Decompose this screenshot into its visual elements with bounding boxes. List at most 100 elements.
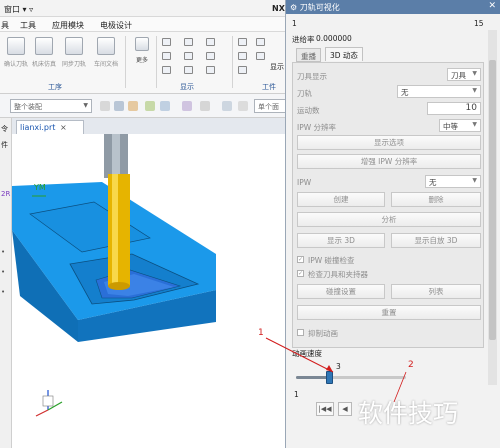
- feedrate-label: 进给率: [292, 35, 315, 44]
- menu-bar: 具 工具 应用模块 电极设计: [0, 17, 290, 32]
- layer-icon[interactable]: [145, 101, 155, 111]
- triad-x-axis: [35, 409, 49, 417]
- chevron-down-icon: ▼: [472, 121, 477, 128]
- motion-count-input[interactable]: 10: [427, 102, 481, 115]
- display-icon-9[interactable]: [206, 66, 215, 74]
- increase-ipw-resolution-button[interactable]: 增强 IPW 分辨率: [297, 154, 481, 169]
- navigator-item[interactable]: •: [1, 248, 5, 256]
- navigator-item[interactable]: •: [1, 268, 5, 276]
- workpiece-icon-5[interactable]: [256, 52, 265, 60]
- sync-toolpath-icon: [65, 37, 83, 55]
- navigator-item[interactable]: 件: [1, 140, 8, 150]
- speed-slider-fill: [296, 376, 329, 379]
- ipw-dropdown[interactable]: 无 ▼: [425, 175, 481, 188]
- display-icon-7[interactable]: [206, 38, 215, 46]
- verify-toolpath-button[interactable]: 确认刀轨: [4, 37, 28, 68]
- show-3d-button[interactable]: 显示 3D: [297, 233, 385, 248]
- orient-icon[interactable]: [182, 101, 192, 111]
- show-options-button[interactable]: 显示选项: [297, 135, 481, 150]
- show-self-3d-button[interactable]: 显示自放 3D: [391, 233, 481, 248]
- tool-display-dropdown[interactable]: 刀具 ▼: [447, 68, 481, 81]
- display-icon-4[interactable]: [184, 38, 193, 46]
- sync-toolpath-button[interactable]: 同步刀轨: [62, 37, 86, 68]
- ipw-collision-checkbox[interactable]: ✓: [297, 256, 304, 263]
- window-menu[interactable]: 窗口 ▾ ▿: [4, 4, 33, 15]
- close-icon[interactable]: ×: [60, 123, 67, 132]
- display-icon-5[interactable]: [184, 52, 193, 60]
- suppress-animation-checkbox[interactable]: [297, 329, 304, 336]
- display-icon-8[interactable]: [206, 52, 215, 60]
- analyze-button[interactable]: 分析: [297, 212, 481, 227]
- menu-item-tools-partial[interactable]: 具: [1, 20, 9, 31]
- navigator-strip: 令 件 2R • • •: [0, 118, 12, 448]
- more-button[interactable]: 更多: [130, 37, 154, 64]
- animation-speed-label: 动画速度: [292, 349, 322, 358]
- scrollbar-thumb[interactable]: [489, 60, 496, 340]
- toolpath-visualization-dialog: ⚙ 刀轨可视化 ✕ 1 15 进给率 0.000000 重播 3D 动态 刀具显…: [285, 0, 500, 448]
- divider: [125, 36, 126, 88]
- divider: [232, 36, 233, 88]
- select-box-icon[interactable]: [200, 101, 210, 111]
- tab-replay[interactable]: 重播: [296, 48, 321, 62]
- chevron-down-icon: ▼: [472, 70, 477, 77]
- snap-icon[interactable]: [100, 101, 110, 111]
- menu-item-applications[interactable]: 应用模块: [52, 20, 84, 31]
- pick-icon[interactable]: [114, 101, 124, 111]
- ipw-resolution-dropdown[interactable]: 中等 ▼: [439, 119, 481, 132]
- shop-docs-button[interactable]: 车间文档: [94, 37, 118, 68]
- view-icon[interactable]: [160, 101, 170, 111]
- navigator-item[interactable]: 2R: [1, 190, 10, 198]
- machine-simulation-icon: [35, 37, 53, 55]
- toolpath-dropdown[interactable]: 无 ▼: [397, 85, 481, 98]
- toolpath-index-right: 15: [474, 19, 484, 28]
- create-button[interactable]: 创建: [297, 192, 385, 207]
- rewind-button[interactable]: |◀◀: [316, 402, 334, 416]
- divider: [156, 36, 157, 88]
- display-icon-3[interactable]: [162, 66, 171, 74]
- callout-2: 2: [408, 360, 414, 370]
- speed-slider-thumb[interactable]: [326, 371, 333, 384]
- workpiece-icon-4[interactable]: [256, 38, 265, 46]
- list-button[interactable]: 列表: [391, 284, 481, 299]
- tab-3d-dynamic[interactable]: 3D 动态: [325, 47, 363, 61]
- shade-icon[interactable]: [128, 101, 138, 111]
- ipw-collision-label: IPW 碰撞检查: [308, 256, 355, 265]
- menu-item-electrode-design[interactable]: 电极设计: [100, 20, 132, 31]
- dialog-title: 刀轨可视化: [299, 3, 340, 12]
- workpiece-icon-2[interactable]: [238, 52, 247, 60]
- graphics-viewport[interactable]: YM: [12, 134, 290, 448]
- collision-settings-button[interactable]: 碰撞设置: [297, 284, 385, 299]
- display-icon-2[interactable]: [162, 52, 171, 60]
- navigator-item[interactable]: 令: [1, 124, 8, 134]
- watermark: 软件技巧: [358, 399, 459, 428]
- display-short-label[interactable]: 显示: [270, 62, 284, 72]
- machine-simulation-button[interactable]: 机床仿真: [32, 37, 56, 68]
- workpiece-icon-1[interactable]: [238, 38, 247, 46]
- unit-combo[interactable]: 单个面: [254, 99, 288, 113]
- reset-button[interactable]: 重置: [297, 305, 481, 320]
- display-icon-1[interactable]: [162, 38, 171, 46]
- document-tab[interactable]: lianxi.prt ×: [16, 120, 84, 134]
- display-icon-6[interactable]: [184, 66, 193, 74]
- check-tool-holder-checkbox[interactable]: ✓: [297, 270, 304, 277]
- workpiece-icon-3[interactable]: [238, 66, 247, 74]
- filter-combo[interactable]: 整个装配 ▼: [10, 99, 92, 113]
- playback-index: 1: [294, 390, 299, 399]
- delete-button[interactable]: 删除: [391, 192, 481, 207]
- group-label-display: 显示: [180, 83, 194, 91]
- more-icon: [135, 37, 149, 51]
- step-back-button[interactable]: ◀: [338, 402, 352, 416]
- feedrate-value: 0.000000: [316, 34, 352, 43]
- navigator-item[interactable]: •: [1, 288, 5, 296]
- app-title: NX: [272, 4, 285, 13]
- close-icon[interactable]: ✕: [488, 1, 496, 11]
- gear-icon[interactable]: ⚙: [290, 3, 297, 12]
- speed-slider-track[interactable]: [296, 376, 406, 379]
- triad-cube: [42, 395, 54, 407]
- hide-icon[interactable]: [222, 101, 232, 111]
- ribbon: 确认刀轨 机床仿真 同步刀轨 车间文档 工序 更多 显示 显示 工件: [0, 32, 290, 94]
- part-model: YM: [12, 134, 216, 417]
- fit-icon[interactable]: [238, 101, 248, 111]
- menu-item-tools[interactable]: 工具: [20, 20, 36, 31]
- group-label-workpiece: 工件: [262, 83, 276, 91]
